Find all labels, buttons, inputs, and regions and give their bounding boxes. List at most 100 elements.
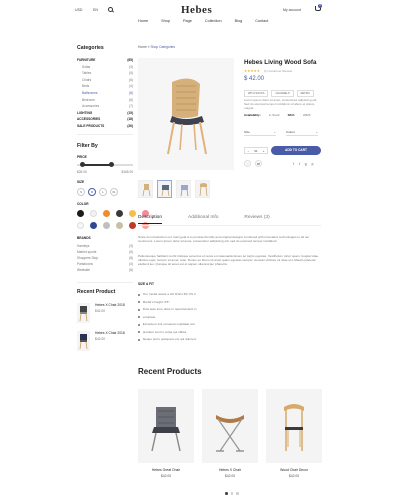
list-item: Our model wears a UK 8/ EU 36/ US 4 bbox=[138, 291, 238, 299]
category-item[interactable]: Accessories (7) bbox=[77, 103, 133, 110]
quantity-value[interactable]: 01 bbox=[254, 149, 257, 153]
tag[interactable]: CHANNELS bbox=[271, 90, 294, 97]
list-item: Neque porro quisquam est qui dolorem bbox=[138, 336, 238, 344]
nav-contact[interactable]: Contact bbox=[255, 19, 268, 23]
account-link[interactable]: My account bbox=[283, 8, 301, 12]
price-min-handle[interactable] bbox=[80, 161, 86, 167]
product-card[interactable]: Hebes X Chair $42.00 bbox=[202, 389, 258, 478]
pinterest-icon[interactable]: p bbox=[312, 162, 314, 166]
category-item[interactable]: SALE PRODUCTS (26) bbox=[77, 123, 133, 130]
facebook-icon[interactable]: f bbox=[293, 162, 294, 166]
increase-button[interactable]: + bbox=[263, 149, 265, 153]
decrease-button[interactable]: − bbox=[248, 149, 250, 153]
product-main-image[interactable] bbox=[138, 58, 234, 170]
brand-item[interactable]: Westside (8) bbox=[77, 267, 133, 273]
tab-divider bbox=[138, 225, 321, 226]
category-item[interactable]: Tables (5) bbox=[77, 70, 133, 77]
brands-label: BRANDS bbox=[77, 235, 91, 240]
category-label: Bedroom bbox=[82, 97, 95, 102]
category-item[interactable]: Sofas (3) bbox=[77, 64, 133, 71]
size-fit-list: Our model wears a UK 8/ EU 36/ US 4 Mode… bbox=[138, 291, 238, 344]
product-card[interactable]: Wood Chair Decor $42.00 bbox=[266, 389, 322, 478]
search-icon[interactable] bbox=[108, 7, 113, 12]
color-swatch[interactable] bbox=[77, 209, 84, 217]
tab-reviews[interactable]: Reviews (3) bbox=[244, 215, 269, 224]
product-card-image[interactable] bbox=[266, 389, 322, 463]
category-item[interactable]: ACCESSORIES (18) bbox=[77, 116, 133, 123]
price-max-handle[interactable] bbox=[109, 161, 115, 167]
size-select[interactable]: Size ⌄ bbox=[244, 129, 276, 136]
color-select[interactable]: Colour ⌄ bbox=[286, 129, 318, 136]
size-option[interactable]: M bbox=[88, 187, 96, 196]
color-label: COLOR bbox=[77, 201, 89, 206]
divider bbox=[77, 133, 133, 135]
size-option[interactable]: S bbox=[77, 187, 85, 196]
size-option[interactable]: XL bbox=[110, 187, 118, 196]
product-title: Hebes Living Wood Sofa bbox=[244, 59, 317, 66]
nav-page[interactable]: Page bbox=[183, 19, 192, 23]
thumbnail[interactable] bbox=[138, 180, 153, 198]
nav-shop[interactable]: Shop bbox=[161, 19, 170, 23]
wishlist-heart-icon[interactable]: ♡ bbox=[244, 160, 251, 167]
cart-count-badge: 0 bbox=[318, 4, 322, 8]
category-item[interactable]: Bedroom (8) bbox=[77, 97, 133, 104]
product-card-name[interactable]: Wood Chair Decor bbox=[266, 468, 322, 472]
thumbnail[interactable] bbox=[176, 180, 191, 198]
tag[interactable]: WITH SOCKS bbox=[244, 90, 269, 97]
product-card-image[interactable] bbox=[202, 389, 258, 463]
category-item[interactable]: LIGHTING (15) bbox=[77, 110, 133, 117]
color-swatch[interactable] bbox=[129, 209, 136, 217]
category-item[interactable]: Chairs (6) bbox=[77, 77, 133, 84]
product-card-name[interactable]: Hebes Great Chair bbox=[138, 468, 194, 472]
tag[interactable]: RETRO bbox=[296, 90, 314, 97]
carousel-dot[interactable] bbox=[236, 492, 239, 495]
twitter-icon[interactable]: t bbox=[299, 162, 300, 166]
carousel-dot[interactable] bbox=[225, 492, 228, 495]
color-swatch[interactable] bbox=[90, 221, 97, 229]
logo[interactable]: Hebes bbox=[181, 4, 212, 16]
brand-label: Westside bbox=[77, 268, 91, 273]
price-slider[interactable] bbox=[77, 161, 133, 167]
color-swatch[interactable] bbox=[103, 221, 110, 229]
tab-description[interactable]: Description bbox=[138, 215, 162, 224]
compare-icon[interactable]: ⇄ bbox=[255, 160, 262, 167]
category-count: (6) bbox=[129, 77, 133, 82]
recent-product-image[interactable] bbox=[77, 302, 90, 323]
language-selector[interactable]: USD bbox=[75, 8, 82, 12]
color-swatch[interactable] bbox=[129, 221, 136, 229]
category-count: (8) bbox=[129, 90, 133, 95]
color-swatch[interactable] bbox=[103, 209, 110, 217]
product-card-image[interactable] bbox=[138, 389, 194, 463]
recent-product-name[interactable]: Hebes X Chair 2018 bbox=[95, 331, 125, 336]
product-card-name[interactable]: Hebes X Chair bbox=[202, 468, 258, 472]
google-plus-icon[interactable]: g bbox=[305, 162, 307, 166]
recent-product-item[interactable]: Hebes X Chair 2018 $42.00 bbox=[77, 330, 133, 351]
thumbnail[interactable] bbox=[157, 180, 172, 198]
currency-selector[interactable]: EN bbox=[93, 8, 98, 12]
add-to-cart-button[interactable]: ADD TO CART bbox=[271, 146, 321, 155]
brand-count: (8) bbox=[129, 268, 133, 273]
size-option[interactable]: L bbox=[99, 187, 107, 196]
recent-product-name[interactable]: Hebes X Chair 2018 bbox=[95, 303, 125, 308]
color-swatch[interactable] bbox=[77, 221, 84, 229]
category-item[interactable]: Bathrooms (8) bbox=[77, 90, 133, 97]
quantity-stepper[interactable]: − 01 + bbox=[244, 147, 268, 154]
category-item[interactable]: Beds (4) bbox=[77, 83, 133, 90]
color-swatch[interactable] bbox=[90, 209, 97, 217]
product-card[interactable]: Hebes Great Chair $42.00 bbox=[138, 389, 194, 478]
color-swatch[interactable] bbox=[116, 221, 123, 229]
nav-blog[interactable]: Blog bbox=[235, 19, 243, 23]
color-swatch[interactable] bbox=[116, 209, 123, 217]
nav-home[interactable]: Home bbox=[138, 19, 148, 23]
thumbnail[interactable] bbox=[195, 180, 210, 198]
category-count: (4) bbox=[129, 84, 133, 89]
tab-additional-info[interactable]: Additional Info bbox=[188, 215, 218, 224]
nav-collection[interactable]: Collection bbox=[205, 19, 222, 23]
recent-product-item[interactable]: Hebes X Chair 2018 $42.00 bbox=[77, 302, 133, 323]
category-item[interactable]: FURNITURE (65) bbox=[77, 57, 133, 64]
review-count[interactable]: (1) Customer Review bbox=[264, 69, 292, 73]
carousel-dot[interactable] bbox=[230, 492, 233, 495]
category-count: (18) bbox=[127, 117, 133, 122]
recent-product-image[interactable] bbox=[77, 330, 90, 351]
breadcrumb-home[interactable]: Home bbox=[138, 45, 147, 49]
